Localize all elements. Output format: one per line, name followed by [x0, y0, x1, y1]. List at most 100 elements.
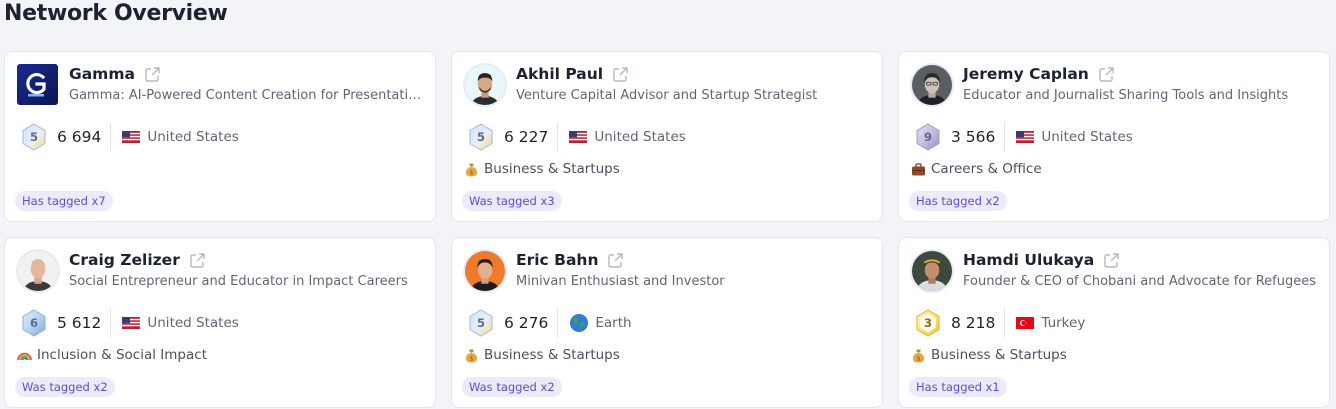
- category-label: Inclusion & Social Impact: [17, 347, 207, 363]
- stats-row: 5 6 694 United States: [19, 121, 239, 153]
- category-label: $ Business & Startups: [464, 347, 620, 363]
- profile-name[interactable]: Eric Bahn: [516, 250, 598, 270]
- level-number: 5: [476, 316, 485, 330]
- country-label: United States: [594, 129, 686, 145]
- name-row: Akhil Paul: [516, 64, 629, 84]
- level-badge: 3: [913, 308, 943, 338]
- divider: [557, 122, 559, 152]
- globe-icon: [569, 313, 589, 333]
- avatar[interactable]: [463, 63, 507, 107]
- country-label: Earth: [595, 315, 632, 331]
- divider: [110, 122, 112, 152]
- name-row: Jeremy Caplan: [963, 64, 1115, 84]
- profile-card-hamdi-ulukaya[interactable]: Hamdi Ulukaya Founder & CEO of Chobani a…: [898, 237, 1330, 408]
- rainbow-icon: [17, 348, 32, 363]
- category-text: Business & Startups: [931, 347, 1067, 363]
- profile-description: Founder & CEO of Chobani and Advocate fo…: [963, 274, 1317, 289]
- profile-card-jeremy-caplan[interactable]: Jeremy Caplan Educator and Journalist Sh…: [898, 51, 1330, 222]
- category-text: Careers & Office: [931, 161, 1042, 177]
- avatar[interactable]: [910, 249, 954, 293]
- profile-name[interactable]: Jeremy Caplan: [963, 64, 1089, 84]
- level-badge: 5: [466, 122, 496, 152]
- category-text: Inclusion & Social Impact: [37, 347, 207, 363]
- external-link-icon[interactable]: [189, 252, 206, 269]
- money-bag-icon: $: [464, 348, 479, 363]
- avatar[interactable]: [463, 249, 507, 293]
- follower-count: 6 694: [57, 128, 102, 146]
- country-label: United States: [1041, 129, 1133, 145]
- name-row: Eric Bahn: [516, 250, 624, 270]
- level-badge: 5: [19, 122, 49, 152]
- tag-pill: Has tagged x1: [909, 377, 1007, 397]
- avatar[interactable]: [910, 63, 954, 107]
- svg-text:$: $: [470, 169, 474, 176]
- level-number: 9: [923, 130, 932, 144]
- tag-pill: Was tagged x2: [15, 377, 115, 397]
- profile-description: Gamma: AI-Powered Content Creation for P…: [69, 88, 427, 103]
- us-flag-icon: [122, 131, 141, 143]
- profile-name[interactable]: Gamma: [69, 64, 135, 84]
- divider: [1004, 122, 1006, 152]
- stats-row: 3 8 218 Turkey: [913, 307, 1085, 339]
- level-badge: 5: [466, 308, 496, 338]
- level-badge: 6: [19, 308, 49, 338]
- svg-text:$: $: [917, 355, 921, 362]
- level-number: 3: [923, 316, 932, 330]
- follower-count: 6 276: [504, 314, 549, 332]
- profile-description: Social Entrepreneur and Educator in Impa…: [69, 274, 408, 289]
- us-flag-icon: [569, 131, 588, 143]
- us-flag-icon: [122, 317, 141, 329]
- divider: [110, 308, 112, 338]
- follower-count: 5 612: [57, 314, 102, 332]
- page-title: Network Overview: [4, 1, 228, 26]
- profile-name[interactable]: Akhil Paul: [516, 64, 603, 84]
- profile-description: Educator and Journalist Sharing Tools an…: [963, 88, 1289, 103]
- tag-pill: Was tagged x3: [462, 191, 562, 211]
- profile-description: Venture Capital Advisor and Startup Stra…: [516, 88, 818, 103]
- category-label: Careers & Office: [911, 161, 1042, 177]
- category-label: $ Business & Startups: [464, 161, 620, 177]
- profile-card-gamma[interactable]: Gamma Gamma: AI-Powered Content Creation…: [4, 51, 436, 222]
- level-badge: 9: [913, 122, 943, 152]
- avatar[interactable]: [16, 249, 60, 293]
- gamma-logo[interactable]: [17, 64, 58, 105]
- stats-row: 9 3 566 United States: [913, 121, 1133, 153]
- divider: [557, 308, 559, 338]
- name-row: Craig Zelizer: [69, 250, 206, 270]
- money-bag-icon: $: [464, 162, 479, 177]
- external-link-icon[interactable]: [607, 252, 624, 269]
- stats-row: 5 6 276 Earth: [466, 307, 632, 339]
- tag-pill: Was tagged x2: [462, 377, 562, 397]
- level-number: 5: [29, 130, 38, 144]
- profile-card-craig-zelizer[interactable]: Craig Zelizer Social Entrepreneur and Ed…: [4, 237, 436, 408]
- external-link-icon[interactable]: [1098, 66, 1115, 83]
- profile-card-grid: Gamma Gamma: AI-Powered Content Creation…: [4, 51, 1331, 408]
- level-number: 5: [476, 130, 485, 144]
- follower-count: 8 218: [951, 314, 996, 332]
- money-bag-icon: $: [911, 348, 926, 363]
- svg-text:$: $: [470, 355, 474, 362]
- briefcase-icon: [911, 162, 926, 177]
- profile-card-eric-bahn[interactable]: Eric Bahn Minivan Enthusiast and Investo…: [451, 237, 883, 408]
- external-link-icon[interactable]: [144, 66, 161, 83]
- profile-name[interactable]: Craig Zelizer: [69, 250, 180, 270]
- external-link-icon[interactable]: [1103, 252, 1120, 269]
- follower-count: 3 566: [951, 128, 996, 146]
- stats-row: 5 6 227 United States: [466, 121, 686, 153]
- name-row: Gamma: [69, 64, 161, 84]
- category-label: $ Business & Startups: [911, 347, 1067, 363]
- category-text: Business & Startups: [484, 347, 620, 363]
- divider: [1004, 308, 1006, 338]
- external-link-icon[interactable]: [612, 66, 629, 83]
- tag-pill: Has tagged x7: [15, 191, 113, 211]
- country-label: United States: [147, 129, 239, 145]
- profile-name[interactable]: Hamdi Ulukaya: [963, 250, 1094, 270]
- profile-card-akhil-paul[interactable]: Akhil Paul Venture Capital Advisor and S…: [451, 51, 883, 222]
- turkey-flag-icon: [1016, 317, 1035, 329]
- profile-description: Minivan Enthusiast and Investor: [516, 274, 725, 289]
- country-label: United States: [147, 315, 239, 331]
- network-overview-page: Network Overview Gamma Gamma: AI-Powered…: [0, 0, 1336, 409]
- follower-count: 6 227: [504, 128, 549, 146]
- country-label: Turkey: [1041, 315, 1086, 331]
- us-flag-icon: [1016, 131, 1035, 143]
